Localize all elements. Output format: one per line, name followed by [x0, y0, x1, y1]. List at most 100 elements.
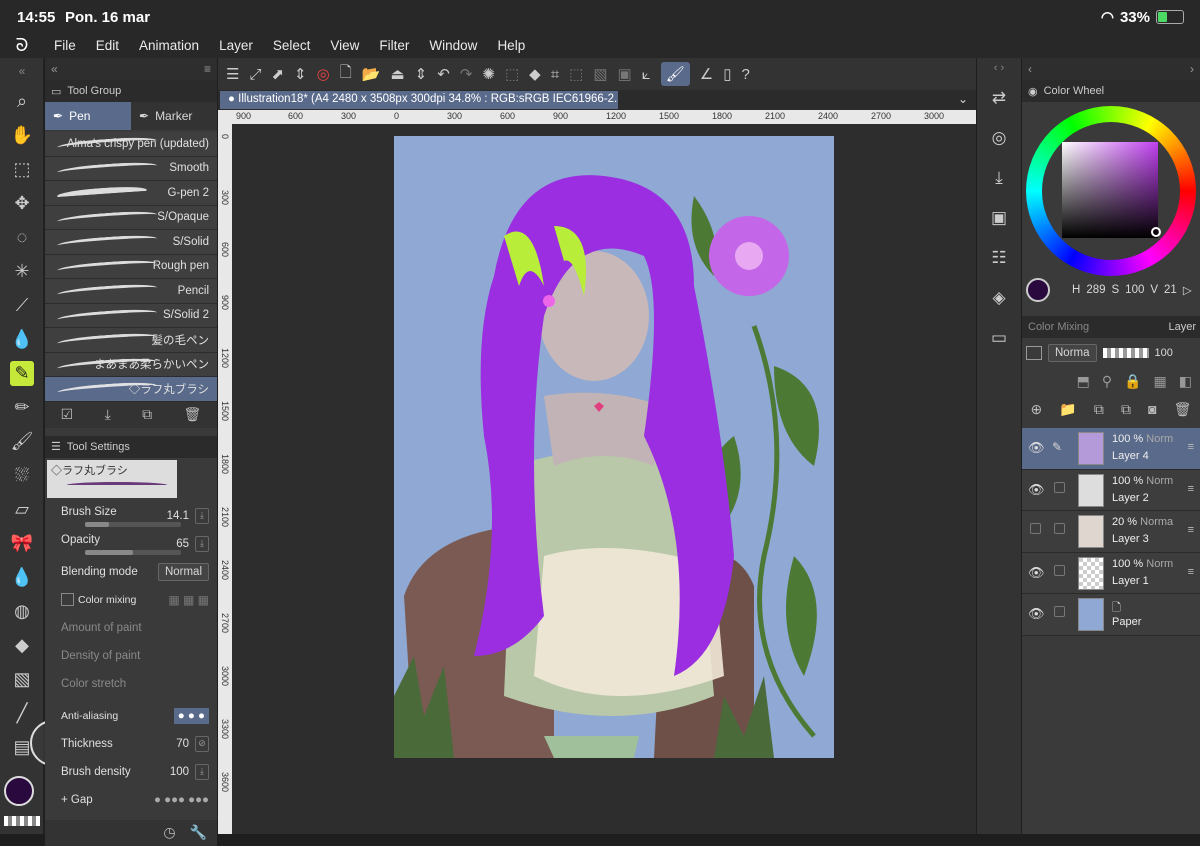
duplicate-icon[interactable]: ⧉: [142, 406, 152, 423]
layer-item[interactable]: 👁 ✎ 100 % Norm Layer 4 ≡: [1022, 428, 1200, 470]
tab-marker[interactable]: ✒ Marker: [131, 102, 217, 130]
loading-icon[interactable]: ✺: [482, 65, 495, 83]
reset-icon[interactable]: ◷: [163, 824, 175, 841]
open-folder-icon[interactable]: 📂: [362, 65, 381, 83]
wrench-icon[interactable]: 🔧: [190, 824, 207, 841]
mask-layer-icon[interactable]: ◙: [1148, 401, 1156, 417]
artwork-canvas[interactable]: [394, 136, 834, 758]
layer-checkbox[interactable]: [1054, 564, 1065, 576]
collapse-icon[interactable]: ‹ ›: [977, 58, 1021, 78]
hand-tool-icon[interactable]: ✋: [0, 118, 44, 152]
blend-mode-select[interactable]: Norma: [1048, 344, 1097, 362]
undo-icon[interactable]: ↶: [437, 65, 450, 83]
pressure-icon[interactable]: ⤓: [195, 507, 209, 524]
opacity-slider[interactable]: [85, 549, 181, 555]
menu-icon[interactable]: ≡: [1188, 441, 1194, 453]
layer-item[interactable]: 20 % Norma Layer 3 ≡: [1022, 511, 1200, 553]
pen-tool-icon[interactable]: ✎: [0, 356, 44, 390]
fill-icon[interactable]: ◆: [529, 65, 541, 83]
gap-options[interactable]: ● ●●● ●●●: [154, 794, 209, 806]
arrows-icon[interactable]: ⇕: [415, 65, 428, 83]
lasso-tool-icon[interactable]: ◌: [0, 220, 44, 254]
arrows-icon[interactable]: ⇕: [294, 65, 307, 83]
sv-handle[interactable]: [1151, 227, 1161, 237]
eye-icon[interactable]: 👁: [1028, 606, 1045, 622]
menu-edit[interactable]: Edit: [86, 38, 129, 53]
menu-window[interactable]: Window: [419, 38, 487, 53]
brush-item[interactable]: S/Solid 2: [45, 303, 217, 328]
panel-collapse-bar[interactable]: ‹ ›: [1022, 58, 1200, 80]
color-mixing-checkbox[interactable]: [61, 593, 74, 606]
brush-item[interactable]: 髪の毛ペン: [45, 328, 217, 353]
resize-icon[interactable]: ⤢: [249, 66, 261, 83]
eye-icon[interactable]: 👁: [1028, 565, 1045, 581]
eraser-icon[interactable]: ▱: [0, 492, 44, 526]
image-icon[interactable]: ▣: [977, 198, 1021, 238]
swap-icon[interactable]: ⇄: [977, 78, 1021, 118]
brush-tool-icon[interactable]: 🖌: [0, 424, 44, 458]
blend-icon[interactable]: 💧: [0, 560, 44, 594]
blend-tool-icon[interactable]: 💧: [0, 322, 44, 356]
layer-item[interactable]: 👁 100 % Norm Layer 2 ≡: [1022, 469, 1200, 511]
settings-icon[interactable]: ☑: [61, 406, 74, 423]
pressure-icon[interactable]: ⤓: [195, 535, 209, 552]
new-folder-icon[interactable]: 📁: [1059, 401, 1076, 418]
brush-item-selected[interactable]: ◇ラフ丸ブラシ: [45, 377, 217, 402]
menu-icon[interactable]: ☰: [226, 65, 239, 83]
color-mode-icon[interactable]: ▷: [1183, 283, 1192, 297]
brush-item[interactable]: Rough pen: [45, 254, 217, 279]
brush-item[interactable]: まあまあ柔らかいペン: [45, 352, 217, 377]
download-icon[interactable]: ⤓: [105, 406, 111, 423]
color-wheel[interactable]: [1022, 102, 1200, 276]
collapse-icon[interactable]: «: [0, 58, 44, 84]
brush-size-slider[interactable]: [85, 521, 181, 527]
brush-item[interactable]: S/Solid: [45, 230, 217, 255]
menu-help[interactable]: Help: [487, 38, 535, 53]
new-file-icon[interactable]: 🗋: [340, 62, 352, 87]
layer-checkbox[interactable]: [1054, 523, 1065, 534]
visibility-checkbox[interactable]: [1030, 523, 1041, 534]
transform-icon[interactable]: ⬈: [271, 65, 284, 83]
transparent-swatch[interactable]: [4, 816, 40, 826]
trash-icon[interactable]: 🗑: [1174, 401, 1192, 418]
angle-icon[interactable]: ∠: [700, 65, 713, 83]
eye-icon[interactable]: 👁: [1028, 440, 1045, 456]
lock-icon[interactable]: 🔒: [1124, 373, 1141, 390]
trash-icon[interactable]: 🗑: [184, 406, 202, 423]
fill-tool-icon[interactable]: ◆: [0, 628, 44, 662]
layer-checkbox[interactable]: [1054, 606, 1065, 617]
app-logo-icon[interactable]: ᘐ: [0, 35, 44, 56]
brush-item[interactable]: Pencil: [45, 279, 217, 304]
brush-item[interactable]: G-pen 2: [45, 181, 217, 206]
brush-item[interactable]: Alma's crispy pen (updated): [45, 132, 217, 157]
menu-icon[interactable]: ≡: [1188, 566, 1194, 578]
magic-wand-icon[interactable]: ✳: [0, 254, 44, 288]
tab-layer[interactable]: Layer: [1168, 321, 1196, 333]
pressure-icon[interactable]: ⤓: [195, 763, 209, 780]
navigator-icon[interactable]: ◎: [977, 118, 1021, 158]
copy-layer-icon[interactable]: ⧉: [1094, 401, 1104, 418]
selection-icon[interactable]: ▣: [618, 65, 632, 83]
menu-icon[interactable]: ≡: [1188, 524, 1194, 536]
ruler-icon[interactable]: ⟀: [642, 66, 651, 83]
pencil-tool-icon[interactable]: ✏: [0, 390, 44, 424]
logo-icon[interactable]: ◎: [317, 65, 330, 83]
brush-cmd-icon[interactable]: 🖌: [660, 62, 690, 86]
deselect-icon[interactable]: ⬚: [569, 65, 583, 83]
chevron-down-icon[interactable]: ⌄: [958, 92, 968, 106]
main-color-swatch[interactable]: [4, 776, 34, 806]
document-tab[interactable]: ● Illustration18* (A4 2480 x 3508px 300d…: [220, 91, 618, 109]
globe-icon[interactable]: ◍: [0, 594, 44, 628]
import-icon[interactable]: ⤓: [977, 158, 1021, 198]
eyedropper-icon[interactable]: ⟋: [0, 288, 44, 322]
menu-file[interactable]: File: [44, 38, 86, 53]
crop-icon[interactable]: ⌗: [551, 66, 559, 83]
export-icon[interactable]: ⏏: [390, 65, 404, 83]
sv-square[interactable]: [1062, 142, 1158, 238]
object-tool-icon[interactable]: ⬚: [0, 152, 44, 186]
decoration-icon[interactable]: 🎀: [0, 526, 44, 560]
clip-icon[interactable]: ⬒: [1077, 373, 1090, 390]
color-wheel-title[interactable]: Color Wheel: [1044, 85, 1105, 97]
blending-select[interactable]: Normal: [157, 562, 209, 581]
merge-icon[interactable]: ⧉: [1121, 401, 1131, 418]
